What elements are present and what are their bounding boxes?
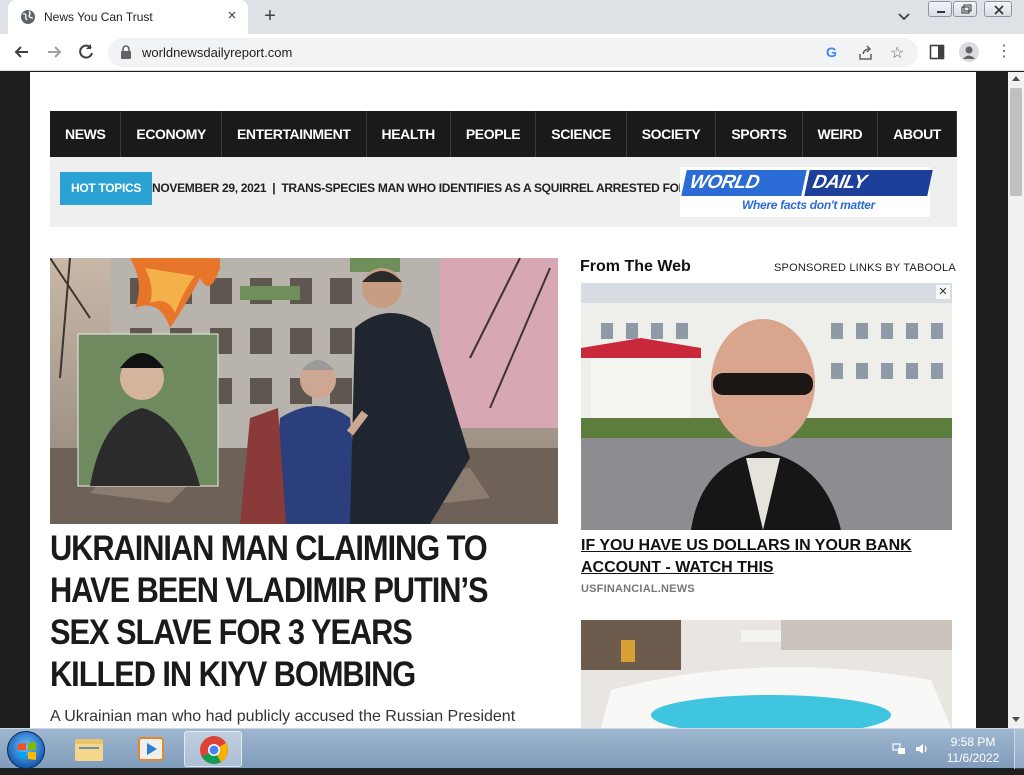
bookmark-star-icon[interactable]: ☆	[890, 43, 904, 63]
article-hero-image[interactable]	[50, 258, 558, 524]
ticker-headline[interactable]: TRANS-SPECIES MAN WHO IDENTIFIES AS A SQ…	[281, 181, 687, 195]
page-container: NEWS ECONOMY ENTERTAINMENT HEALTH PEOPLE…	[30, 72, 976, 728]
sponsored-links-label[interactable]: SPONSORED LINKS BY TABOOLA	[774, 262, 956, 274]
article-headline[interactable]: UKRAINIAN MAN CLAIMING TO HAVE BEEN VLAD…	[50, 528, 508, 696]
nav-item-entertainment[interactable]: ENTERTAINMENT	[222, 111, 367, 157]
logo-tagline: Where facts don't matter	[742, 198, 876, 212]
google-lens-icon[interactable]: G	[826, 44, 837, 60]
tab-title: News You Can Trust	[44, 10, 153, 24]
nav-item-health[interactable]: HEALTH	[367, 111, 451, 157]
window-close-button[interactable]	[984, 1, 1012, 17]
scrollbar-thumb[interactable]	[1010, 88, 1022, 196]
nav-item-about-us[interactable]: ABOUT US	[878, 111, 957, 188]
page-viewport: NEWS ECONOMY ENTERTAINMENT HEALTH PEOPLE…	[0, 72, 1008, 728]
volume-icon[interactable]	[915, 742, 929, 756]
site-navigation: NEWS ECONOMY ENTERTAINMENT HEALTH PEOPLE…	[50, 111, 957, 188]
new-tab-button[interactable]: +	[260, 6, 280, 26]
scroll-up-arrow-icon[interactable]	[1012, 76, 1020, 81]
chevron-down-icon[interactable]	[896, 8, 912, 24]
window-restore-button[interactable]	[953, 1, 977, 17]
scroll-down-arrow-icon[interactable]	[1012, 717, 1020, 722]
hot-topics-bar: HOT TOPICS NOVEMBER 29, 2021 | TRANS-SPECI…	[50, 157, 957, 227]
from-the-web-heading: From The Web	[580, 258, 691, 275]
lock-icon[interactable]	[120, 45, 132, 59]
ad-close-icon[interactable]: ✕	[936, 285, 950, 299]
system-clock[interactable]: 9:58 PM 11/6/2022	[938, 734, 1008, 766]
nav-item-news[interactable]: NEWS	[50, 111, 122, 157]
back-arrow-icon[interactable]	[12, 42, 32, 62]
page-scrollbar[interactable]	[1008, 72, 1024, 728]
url-text[interactable]: worldnewsdailyreport.com	[142, 45, 292, 60]
hot-topics-label: HOT TOPICS	[60, 172, 153, 205]
clock-date: 11/6/2022	[946, 751, 1000, 765]
forward-arrow-icon[interactable]	[44, 42, 64, 62]
hot-topics-ticker[interactable]: NOVEMBER 29, 2021 | TRANS-SPECIES MAN WHO …	[152, 181, 687, 195]
browser-toolbar: worldnewsdailyreport.com G ☆ ⋮	[0, 34, 1024, 71]
taskbar-chrome-icon[interactable]	[184, 731, 242, 767]
network-icon[interactable]	[892, 742, 906, 756]
logo-world-news: WORLD NEWS	[681, 170, 807, 219]
tab-close-icon[interactable]: ×	[224, 8, 240, 24]
clock-time: 9:58 PM	[950, 735, 996, 749]
side-panel-icon[interactable]	[929, 44, 945, 60]
browser-tab-strip: News You Can Trust × +	[0, 0, 1024, 34]
article-excerpt: A Ukrainian man who had publicly accused…	[50, 708, 516, 725]
taskbar-explorer-icon[interactable]	[60, 731, 118, 767]
reload-icon[interactable]	[76, 42, 96, 62]
sponsored-ad-image-2[interactable]	[581, 620, 952, 728]
sponsored-ad-image[interactable]	[581, 283, 952, 530]
nav-item-science[interactable]: SCIENCE	[536, 111, 627, 157]
ticker-date: NOVEMBER 29, 2021	[152, 181, 267, 195]
address-bar[interactable]: worldnewsdailyreport.com G ☆	[108, 38, 918, 67]
nav-item-society[interactable]: SOCIETY	[627, 111, 717, 157]
profile-avatar-icon[interactable]	[959, 42, 979, 62]
logo-daily-report: DAILY REPORT	[804, 170, 933, 219]
show-desktop-button[interactable]	[1014, 729, 1024, 769]
nav-item-people[interactable]: PEOPLE	[451, 111, 537, 157]
sponsored-ad-source[interactable]: USFINANCIAL.NEWS	[581, 583, 695, 595]
ticker-separator: |	[272, 181, 276, 195]
taskbar-media-player-icon[interactable]	[122, 731, 180, 767]
sponsored-ad-title[interactable]: IF YOU HAVE US DOLLARS IN YOUR BANK ACCO…	[581, 535, 952, 579]
share-icon[interactable]	[858, 45, 874, 61]
globe-icon	[21, 10, 35, 24]
windows-taskbar: 9:58 PM 11/6/2022	[0, 728, 1024, 769]
chrome-menu-icon[interactable]: ⋮	[996, 42, 1012, 62]
site-logo[interactable]: WORLD NEWS DAILY REPORT Where facts don'…	[680, 167, 933, 219]
nav-item-economy[interactable]: ECONOMY	[121, 111, 222, 157]
nav-item-sports[interactable]: SPORTS	[716, 111, 803, 157]
window-minimize-button[interactable]	[928, 1, 952, 17]
start-button[interactable]	[7, 731, 45, 769]
nav-item-weird[interactable]: WEIRD	[803, 111, 879, 157]
browser-tab[interactable]: News You Can Trust ×	[8, 0, 248, 34]
